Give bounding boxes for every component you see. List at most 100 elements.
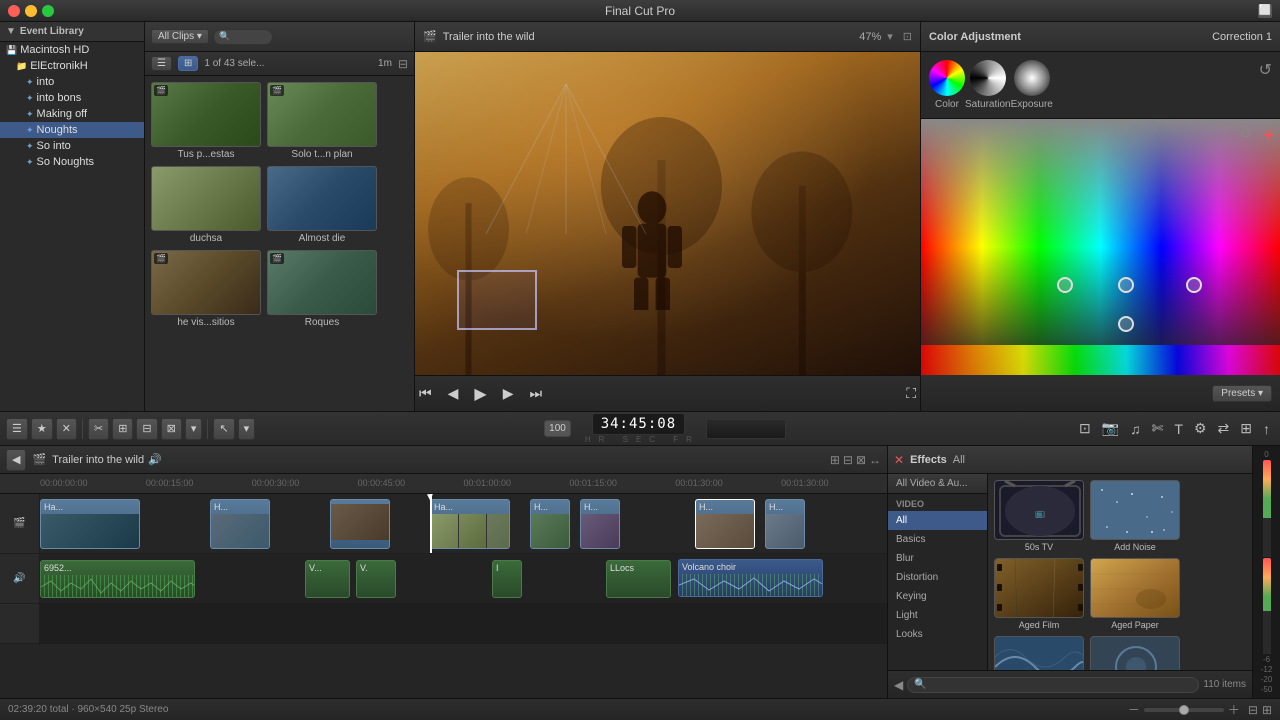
tl-ctrl-4[interactable]: ↔ <box>869 453 881 467</box>
status-btn-1[interactable]: ⊟ <box>1248 703 1258 717</box>
control-point-2[interactable] <box>1118 277 1134 293</box>
eff-item-aged-paper[interactable]: Aged Paper <box>1090 558 1180 630</box>
effects-scroll-left[interactable]: ◀ <box>894 678 903 692</box>
tl-video-clip-1[interactable]: Ha... <box>40 499 140 549</box>
preview-zoom[interactable]: 47% <box>859 31 881 43</box>
toolbar-rate-btn[interactable]: ★ <box>31 418 53 440</box>
toolbar-list-btn[interactable]: ☰ <box>6 418 28 440</box>
preview-view-options[interactable]: ⊡ <box>903 30 912 43</box>
zoom-in-button[interactable]: ＋ <box>1228 701 1240 718</box>
status-btn-2[interactable]: ⊞ <box>1262 703 1272 717</box>
eff-item-row2-2[interactable] <box>1090 636 1180 670</box>
toolbar-retime-btn[interactable]: ⇄ <box>1214 418 1234 439</box>
zoom-dropdown-icon[interactable]: ▾ <box>887 30 893 43</box>
toolbar-tool2-btn[interactable]: ⊞ <box>112 418 133 440</box>
minimize-button[interactable] <box>25 5 37 17</box>
tl-ctrl-2[interactable]: ⊟ <box>843 453 853 467</box>
close-button[interactable] <box>8 5 20 17</box>
tl-ctrl-3[interactable]: ⊠ <box>856 453 866 467</box>
eff-item-row2-1[interactable] <box>994 636 1084 670</box>
toolbar-tool4-btn[interactable]: ⊠ <box>161 418 182 440</box>
tl-audio-clip-4[interactable]: I <box>492 560 522 598</box>
zoom-slider[interactable] <box>1144 708 1224 712</box>
color-tool-color[interactable]: Color <box>929 60 965 110</box>
window-control[interactable]: ⬜ <box>1258 4 1272 18</box>
toolbar-tool3-btn[interactable]: ⊟ <box>136 418 157 440</box>
video-track-content[interactable]: Ha... H... Ha... <box>40 494 887 553</box>
toolbar-tool1-btn[interactable]: ✂ <box>88 418 109 440</box>
sidebar-item-noughts[interactable]: ✦ Noughts <box>0 122 144 138</box>
clip-item-4[interactable]: Almost die <box>267 166 377 244</box>
sidebar-item-macintosh[interactable]: 💾 Macintosh HD <box>0 42 144 58</box>
effects-cat-all[interactable]: All <box>888 511 987 530</box>
play-button[interactable]: ▶ <box>470 382 490 406</box>
add-correction-button[interactable]: + <box>1263 125 1274 146</box>
clip-item-3[interactable]: duchsa <box>151 166 261 244</box>
toolbar-inspector-btn[interactable]: ⊞ <box>1236 418 1256 439</box>
clip-item-1[interactable]: 🎬 Tus p...estas <box>151 82 261 160</box>
step-back-button[interactable]: ◀ <box>444 383 463 404</box>
toolbar-cursor-drop-btn[interactable]: ▾ <box>238 418 256 440</box>
tl-audio-clip-5[interactable]: LLocs <box>606 560 671 598</box>
toolbar-trim-btn[interactable]: ✄ <box>1148 418 1168 439</box>
toolbar-cursor-btn[interactable]: ↖ <box>213 418 234 440</box>
toolbar-generator-btn[interactable]: ⚙ <box>1190 418 1211 439</box>
tl-ctrl-1[interactable]: ⊞ <box>830 453 840 467</box>
toolbar-snapshot-btn[interactable]: 📷 <box>1098 418 1123 439</box>
effects-cat-looks[interactable]: Looks <box>888 625 987 644</box>
eff-item-aged-film[interactable]: Aged Film <box>994 558 1084 630</box>
clip-item-5[interactable]: 🎬 he vis...sitios <box>151 250 261 328</box>
control-point-3[interactable] <box>1186 277 1202 293</box>
sidebar-item-electronikh[interactable]: 📁 ElEctronikH <box>0 58 144 74</box>
effects-cat-light[interactable]: Light <box>888 606 987 625</box>
zoom-out-button[interactable]: － <box>1128 701 1140 718</box>
sidebar-item-into-bons[interactable]: ✦ into bons <box>0 90 144 106</box>
control-point-1[interactable] <box>1057 277 1073 293</box>
tl-audio-clip-1[interactable]: 6952... <box>40 560 195 598</box>
tl-audio-clip-3[interactable]: V. <box>356 560 396 598</box>
effects-cat-blur[interactable]: Blur <box>888 549 987 568</box>
eff-item-50stv[interactable]: 📺 50s TV <box>994 480 1084 552</box>
toolbar-reject-btn[interactable]: ✕ <box>56 418 77 440</box>
skip-to-start-button[interactable]: ⏮ <box>415 383 436 404</box>
tl-video-clip-3[interactable] <box>330 499 390 549</box>
clips-search-input[interactable] <box>232 31 267 42</box>
reset-icon[interactable]: ↺ <box>1259 60 1272 80</box>
effects-cat-distortion[interactable]: Distortion <box>888 568 987 587</box>
tl-audio-clip-6[interactable]: Volcano choir <box>678 559 823 597</box>
audio-track-content[interactable]: 6952... V... V. I <box>40 554 887 603</box>
step-forward-button[interactable]: ▶ <box>499 383 518 404</box>
all-clips-button[interactable]: All Clips ▾ <box>151 29 209 44</box>
effects-search-input[interactable] <box>927 679 1193 690</box>
tl-video-clip-8[interactable]: H... <box>765 499 805 549</box>
effects-close-icon[interactable]: ✕ <box>894 453 904 467</box>
clip-view-list-btn[interactable]: ☰ <box>151 56 172 71</box>
sidebar-item-so-into[interactable]: ✦ So into <box>0 138 144 154</box>
maximize-button[interactable] <box>42 5 54 17</box>
presets-button[interactable]: Presets ▾ <box>1212 385 1272 402</box>
control-point-4[interactable] <box>1118 316 1134 332</box>
sidebar-item-into[interactable]: ✦ into <box>0 74 144 90</box>
sidebar-collapse[interactable]: ▼ <box>6 26 16 37</box>
tl-video-clip-7[interactable]: H... <box>695 499 755 549</box>
tl-video-clip-6[interactable]: H... <box>580 499 620 549</box>
sidebar-item-so-noughts[interactable]: ✦ So Noughts <box>0 154 144 170</box>
all-video-audio-label[interactable]: All Video & Au... <box>896 478 968 489</box>
clip-item-2[interactable]: 🎬 Solo t...n plan <box>267 82 377 160</box>
clips-search-box[interactable]: 🔍 <box>213 29 273 45</box>
toolbar-share-btn[interactable]: ↑ <box>1259 419 1274 439</box>
clip-item-6[interactable]: 🎬 Roques <box>267 250 377 328</box>
clip-view-grid-btn[interactable]: ⊞ <box>178 56 198 71</box>
timeline-back-btn[interactable]: ◀ <box>6 449 26 471</box>
tl-audio-clip-2[interactable]: V... <box>305 560 350 598</box>
effects-cat-basics[interactable]: Basics <box>888 530 987 549</box>
toolbar-transform-btn[interactable]: ⊡ <box>1075 418 1095 439</box>
color-gradient-area[interactable]: + ↺ <box>921 119 1280 375</box>
tl-video-clip-4[interactable]: Ha... <box>430 499 510 549</box>
color-tool-exposure[interactable]: Exposure <box>1011 60 1053 110</box>
effects-cat-keying[interactable]: Keying <box>888 587 987 606</box>
tl-video-clip-5[interactable]: H... <box>530 499 570 549</box>
audio-track-2-content[interactable] <box>40 604 887 643</box>
tl-video-clip-2[interactable]: H... <box>210 499 270 549</box>
eff-item-add-noise[interactable]: Add Noise <box>1090 480 1180 552</box>
